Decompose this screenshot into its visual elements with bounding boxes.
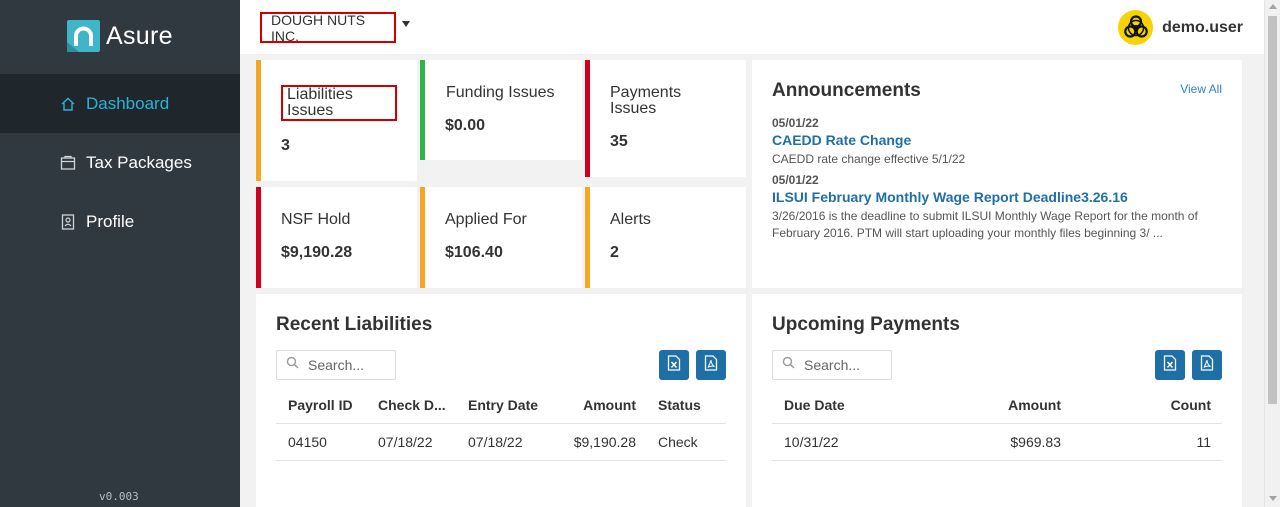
scroll-up-arrow-icon[interactable] xyxy=(1269,4,1277,9)
table-header: Payroll ID Check D... Entry Date Amount … xyxy=(276,387,726,424)
recent-liabilities-panel: Recent Liabilities Payroll ID Check D...… xyxy=(256,294,746,507)
cell-amount: $9,190.28 xyxy=(573,434,636,450)
announcements-panel: Announcements View All 05/01/22 CAEDD Ra… xyxy=(752,60,1242,288)
cell-count: 11 xyxy=(1196,434,1211,450)
search-box[interactable] xyxy=(276,350,396,380)
stat-value: $106.40 xyxy=(445,244,503,261)
column-header-count[interactable]: Count xyxy=(1061,397,1211,413)
pdf-file-icon xyxy=(1200,354,1214,376)
package-icon xyxy=(60,155,76,171)
sidebar-item-tax-packages[interactable]: Tax Packages xyxy=(0,133,240,192)
user-menu[interactable]: demo.user xyxy=(1118,10,1243,45)
search-input[interactable] xyxy=(804,357,884,373)
cell-entry-date: 07/18/22 xyxy=(468,434,523,450)
announcement-body: CAEDD rate change effective 5/1/22 xyxy=(772,152,966,166)
search-icon xyxy=(286,356,299,374)
search-input[interactable] xyxy=(308,357,388,373)
stat-title: Applied For xyxy=(445,211,527,228)
announcement-headline[interactable]: ILSUI February Monthly Wage Report Deadl… xyxy=(772,189,1222,205)
profile-icon xyxy=(60,213,76,230)
scroll-down-arrow-icon[interactable] xyxy=(1269,496,1277,501)
home-icon xyxy=(60,96,76,112)
liabilities-highlight-box xyxy=(281,85,397,121)
export-excel-button[interactable] xyxy=(659,350,689,380)
stat-card-funding[interactable]: Funding Issues $0.00 xyxy=(420,60,582,160)
announcement-headline[interactable]: CAEDD Rate Change xyxy=(772,132,1222,148)
cell-due-date: 10/31/22 xyxy=(784,434,839,450)
stat-card-nsf-hold[interactable]: NSF Hold $9,190.28 xyxy=(256,187,417,288)
column-header-entry-date[interactable]: Entry Date xyxy=(456,397,546,413)
upcoming-payments-panel: Upcoming Payments Due Date Amount Count … xyxy=(752,294,1242,507)
sidebar-item-label: Tax Packages xyxy=(86,152,192,172)
asure-logo[interactable]: Asure xyxy=(67,20,173,52)
table-row[interactable]: 04150 07/18/22 07/18/22 $9,190.28 Check xyxy=(276,424,726,461)
export-pdf-button[interactable] xyxy=(1192,350,1222,380)
chevron-down-icon[interactable] xyxy=(402,21,410,27)
column-header-amount[interactable]: Amount xyxy=(546,397,636,413)
cell-check-date: 07/18/22 xyxy=(378,434,433,450)
stat-title: Payments Issues xyxy=(610,84,682,117)
sidebar-item-label: Dashboard xyxy=(86,93,170,113)
announcements-title: Announcements xyxy=(772,80,921,101)
cell-payroll-id: 04150 xyxy=(288,434,327,450)
view-all-link[interactable]: View All xyxy=(1180,82,1222,96)
sidebar-item-profile[interactable]: Profile xyxy=(0,192,240,251)
announcement-body: 3/26/2016 is the deadline to submit ILSU… xyxy=(772,209,1198,240)
upcoming-payments-title: Upcoming Payments xyxy=(772,314,960,335)
announcement-item: 05/01/22 CAEDD Rate Change CAEDD rate ch… xyxy=(772,116,1222,168)
sidebar: Asure Dashboard Tax Packages Profile v0.… xyxy=(0,0,240,507)
column-header-due-date[interactable]: Due Date xyxy=(772,397,922,413)
company-select[interactable]: DOUGH NUTS INC. xyxy=(260,12,396,44)
sidebar-item-dashboard[interactable]: Dashboard xyxy=(0,74,240,133)
biohazard-icon xyxy=(1118,10,1154,45)
vertical-scrollbar[interactable] xyxy=(1264,0,1280,507)
stat-title: NSF Hold xyxy=(281,211,351,228)
version-label: v0.003 xyxy=(99,490,139,503)
column-header-payroll-id[interactable]: Payroll ID xyxy=(276,397,366,413)
excel-file-icon xyxy=(667,354,681,376)
stat-title: Funding Issues xyxy=(446,84,555,101)
stat-value: 2 xyxy=(610,244,619,261)
recent-liabilities-title: Recent Liabilities xyxy=(276,314,433,335)
stat-value: 3 xyxy=(281,137,290,154)
search-box[interactable] xyxy=(772,350,892,380)
stat-card-payments[interactable]: Payments Issues 35 xyxy=(585,60,746,177)
search-icon xyxy=(782,356,795,374)
export-excel-button[interactable] xyxy=(1155,350,1185,380)
column-header-check-date[interactable]: Check D... xyxy=(366,397,456,413)
stat-value: 35 xyxy=(610,133,628,150)
sidebar-item-label: Profile xyxy=(86,211,135,231)
table-row[interactable]: 10/31/22 $969.83 11 xyxy=(772,424,1222,461)
cell-status: Check xyxy=(658,434,698,450)
stat-title: Alerts xyxy=(610,211,651,228)
stat-value: $0.00 xyxy=(445,117,486,134)
column-header-amount[interactable]: Amount xyxy=(922,397,1061,413)
scrollbar-thumb[interactable] xyxy=(1268,16,1277,404)
stat-card-alerts[interactable]: Alerts 2 xyxy=(585,187,746,288)
username: demo.user xyxy=(1162,18,1243,36)
table-header: Due Date Amount Count xyxy=(772,387,1222,424)
announcement-item: 05/01/22 ILSUI February Monthly Wage Rep… xyxy=(772,173,1222,242)
pdf-file-icon xyxy=(704,354,718,376)
brand-name: Asure xyxy=(106,21,173,50)
export-pdf-button[interactable] xyxy=(696,350,726,380)
announcement-date: 05/01/22 xyxy=(772,116,819,130)
announcement-date: 05/01/22 xyxy=(772,173,819,187)
stat-value: $9,190.28 xyxy=(281,244,353,261)
stat-card-applied-for[interactable]: Applied For $106.40 xyxy=(420,187,582,288)
cell-amount: $969.83 xyxy=(1010,434,1061,450)
excel-file-icon xyxy=(1163,354,1177,376)
asure-logo-icon xyxy=(67,20,100,52)
column-header-status[interactable]: Status xyxy=(636,397,726,413)
top-bar: DOUGH NUTS INC. demo.user xyxy=(240,0,1264,54)
